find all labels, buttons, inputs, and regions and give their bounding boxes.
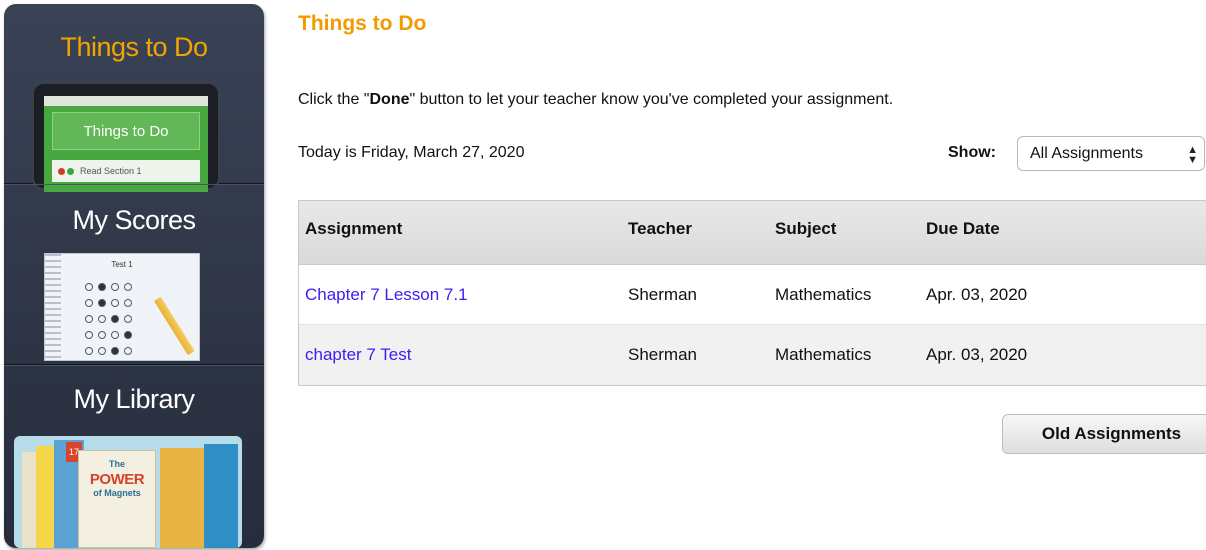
books-thumbnail: 17 The POWER of Magnets — [14, 436, 242, 548]
assignment-link[interactable]: Chapter 7 Lesson 7.1 — [305, 285, 468, 305]
sidebar: Things to Do Things to Do Read Section 1… — [0, 0, 268, 550]
column-header-due-date[interactable]: Due Date — [926, 219, 1000, 239]
tablet-thumbnail: Things to Do Read Section 1 — [32, 82, 220, 192]
test-sheet-thumbnail: Test 1 — [44, 253, 200, 361]
column-header-subject[interactable]: Subject — [775, 219, 836, 239]
thumbnail-card-label: Things to Do — [52, 112, 200, 150]
sidebar-panel: Things to Do Things to Do Read Section 1… — [4, 4, 264, 548]
table-header: Assignment Teacher Subject Due Date — [299, 201, 1206, 265]
sheet-title: Test 1 — [111, 260, 133, 269]
select-arrows-icon: ▲ ▼ — [1187, 144, 1198, 166]
show-filter-value: All Assignments — [1030, 145, 1143, 162]
old-assignments-button[interactable]: Old Assignments — [1002, 414, 1206, 454]
sidebar-item-my-library[interactable]: My Library 17 The POWER of Magnets — [4, 365, 264, 548]
instructions-text: Click the "Done" button to let your teac… — [298, 91, 894, 108]
sidebar-item-label: My Scores — [72, 205, 196, 235]
table-row: Chapter 7 Lesson 7.1 Sherman Mathematics… — [299, 265, 1206, 325]
due-date-cell: Apr. 03, 2020 — [926, 285, 1028, 304]
assignment-link[interactable]: chapter 7 Test — [305, 345, 411, 365]
sidebar-item-label: My Library — [73, 384, 195, 414]
column-header-teacher[interactable]: Teacher — [628, 219, 692, 239]
assignments-table: Assignment Teacher Subject Due Date Chap… — [298, 200, 1206, 386]
page-title: Things to Do — [298, 12, 427, 35]
show-filter-label: Show: — [948, 144, 996, 161]
subject-cell: Mathematics — [775, 285, 872, 304]
show-filter-select[interactable]: All Assignments ▲ ▼ — [1017, 136, 1205, 171]
sidebar-item-things-to-do[interactable]: Things to Do Things to Do Read Section 1 — [4, 4, 264, 192]
sidebar-item-label: Things to Do — [60, 32, 208, 62]
column-header-assignment[interactable]: Assignment — [305, 219, 402, 239]
sidebar-item-my-scores[interactable]: My Scores Test 1 — [4, 184, 264, 365]
book-cover: The POWER of Magnets — [78, 450, 156, 548]
thumbnail-line: Read Section 1 — [52, 160, 200, 182]
due-date-cell: Apr. 03, 2020 — [926, 345, 1028, 364]
today-date-text: Today is Friday, March 27, 2020 — [298, 144, 525, 161]
main-content: Things to Do Click the "Done" button to … — [298, 0, 1206, 550]
table-row: chapter 7 Test Sherman Mathematics Apr. … — [299, 325, 1206, 385]
teacher-cell: Sherman — [628, 285, 697, 304]
subject-cell: Mathematics — [775, 345, 872, 364]
teacher-cell: Sherman — [628, 345, 697, 364]
